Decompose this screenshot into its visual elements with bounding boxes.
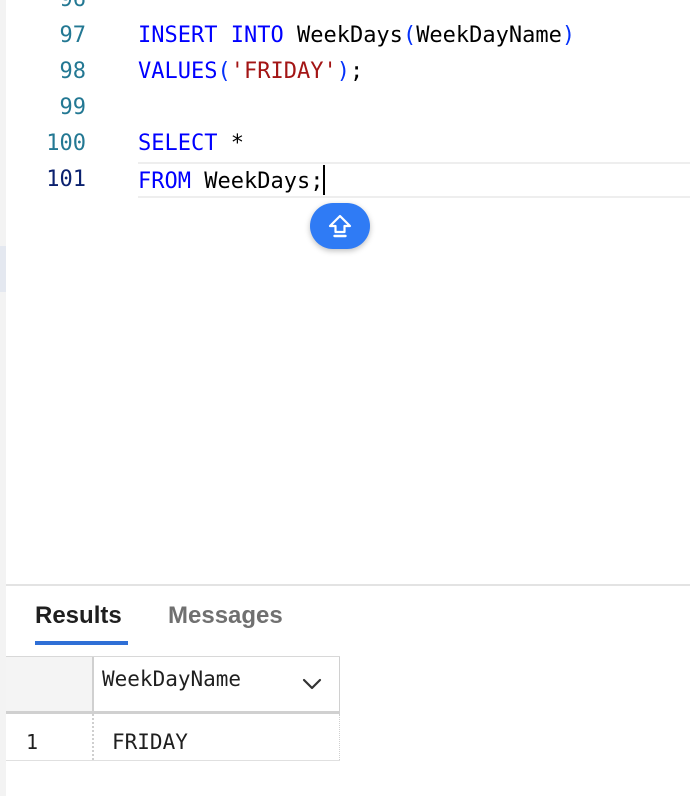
code-token: ) bbox=[561, 23, 576, 48]
table-row[interactable]: 1 FRIDAY bbox=[6, 714, 340, 761]
code-token: FROM bbox=[138, 169, 191, 194]
table-cell[interactable]: FRIDAY bbox=[112, 730, 188, 754]
code-token: ( bbox=[402, 23, 417, 48]
row-number-header bbox=[6, 657, 94, 711]
code-text[interactable]: FROM WeekDays; bbox=[138, 162, 690, 198]
editor-line[interactable]: 97 INSERT INTO WeekDays(WeekDayName) bbox=[6, 18, 690, 54]
text-caret bbox=[323, 165, 326, 195]
active-tab-indicator bbox=[35, 641, 128, 645]
line-number: 98 bbox=[59, 59, 87, 84]
line-number: 99 bbox=[59, 95, 87, 120]
cell-border bbox=[339, 714, 340, 760]
editor-line[interactable]: 100 SELECT * bbox=[6, 126, 690, 162]
code-text[interactable] bbox=[138, 0, 690, 18]
code-token: INTO bbox=[230, 23, 284, 48]
column-header-label: WeekDayName bbox=[102, 667, 242, 691]
code-text[interactable]: VALUES('FRIDAY'); bbox=[138, 54, 690, 90]
editor-line[interactable]: 98 VALUES('FRIDAY'); bbox=[6, 54, 690, 90]
code-text[interactable]: SELECT * bbox=[138, 126, 690, 162]
line-number: 96 bbox=[6, 0, 87, 18]
line-number: 100 bbox=[46, 131, 86, 156]
code-editor[interactable]: 9697INSERT INTO WeekDays(WeekDayName)98V… bbox=[6, 0, 690, 584]
results-grid: WeekDayName 1 FRIDAY bbox=[6, 656, 340, 761]
line-number: 97 bbox=[59, 23, 87, 48]
code-text[interactable]: INSERT INTO WeekDays(WeekDayName) bbox=[138, 18, 690, 54]
chevron-down-icon[interactable] bbox=[301, 675, 323, 693]
row-separator bbox=[92, 714, 94, 760]
results-tab-bar: Results Messages bbox=[6, 586, 690, 656]
code-token: 'FRIDAY' bbox=[230, 59, 337, 84]
code-token: ) bbox=[336, 59, 350, 84]
code-token: WeekDays bbox=[283, 23, 403, 48]
row-number: 1 bbox=[26, 730, 39, 754]
arrow-up-to-top-icon bbox=[328, 214, 352, 238]
code-token: ; bbox=[349, 59, 364, 84]
editor-line[interactable]: 101 FROM WeekDays; bbox=[6, 162, 690, 198]
grid-header: WeekDayName bbox=[6, 656, 340, 714]
code-token: * bbox=[217, 131, 244, 156]
column-header-weekdayname[interactable]: WeekDayName bbox=[94, 657, 340, 711]
code-token: INSERT bbox=[138, 23, 218, 48]
code-text[interactable] bbox=[138, 90, 690, 126]
line-number: 101 bbox=[46, 167, 86, 192]
code-token: WeekDayName bbox=[416, 23, 562, 48]
code-token: WeekDays; bbox=[190, 169, 324, 194]
scroll-to-top-button[interactable] bbox=[310, 203, 370, 249]
code-token: SELECT bbox=[138, 131, 218, 156]
editor-line[interactable]: 96 bbox=[6, 0, 690, 18]
code-token: ( bbox=[217, 59, 231, 84]
code-token: VALUES bbox=[138, 59, 218, 84]
tab-results[interactable]: Results bbox=[35, 602, 122, 630]
editor-line[interactable]: 99 bbox=[6, 90, 690, 126]
tab-messages[interactable]: Messages bbox=[168, 602, 283, 630]
